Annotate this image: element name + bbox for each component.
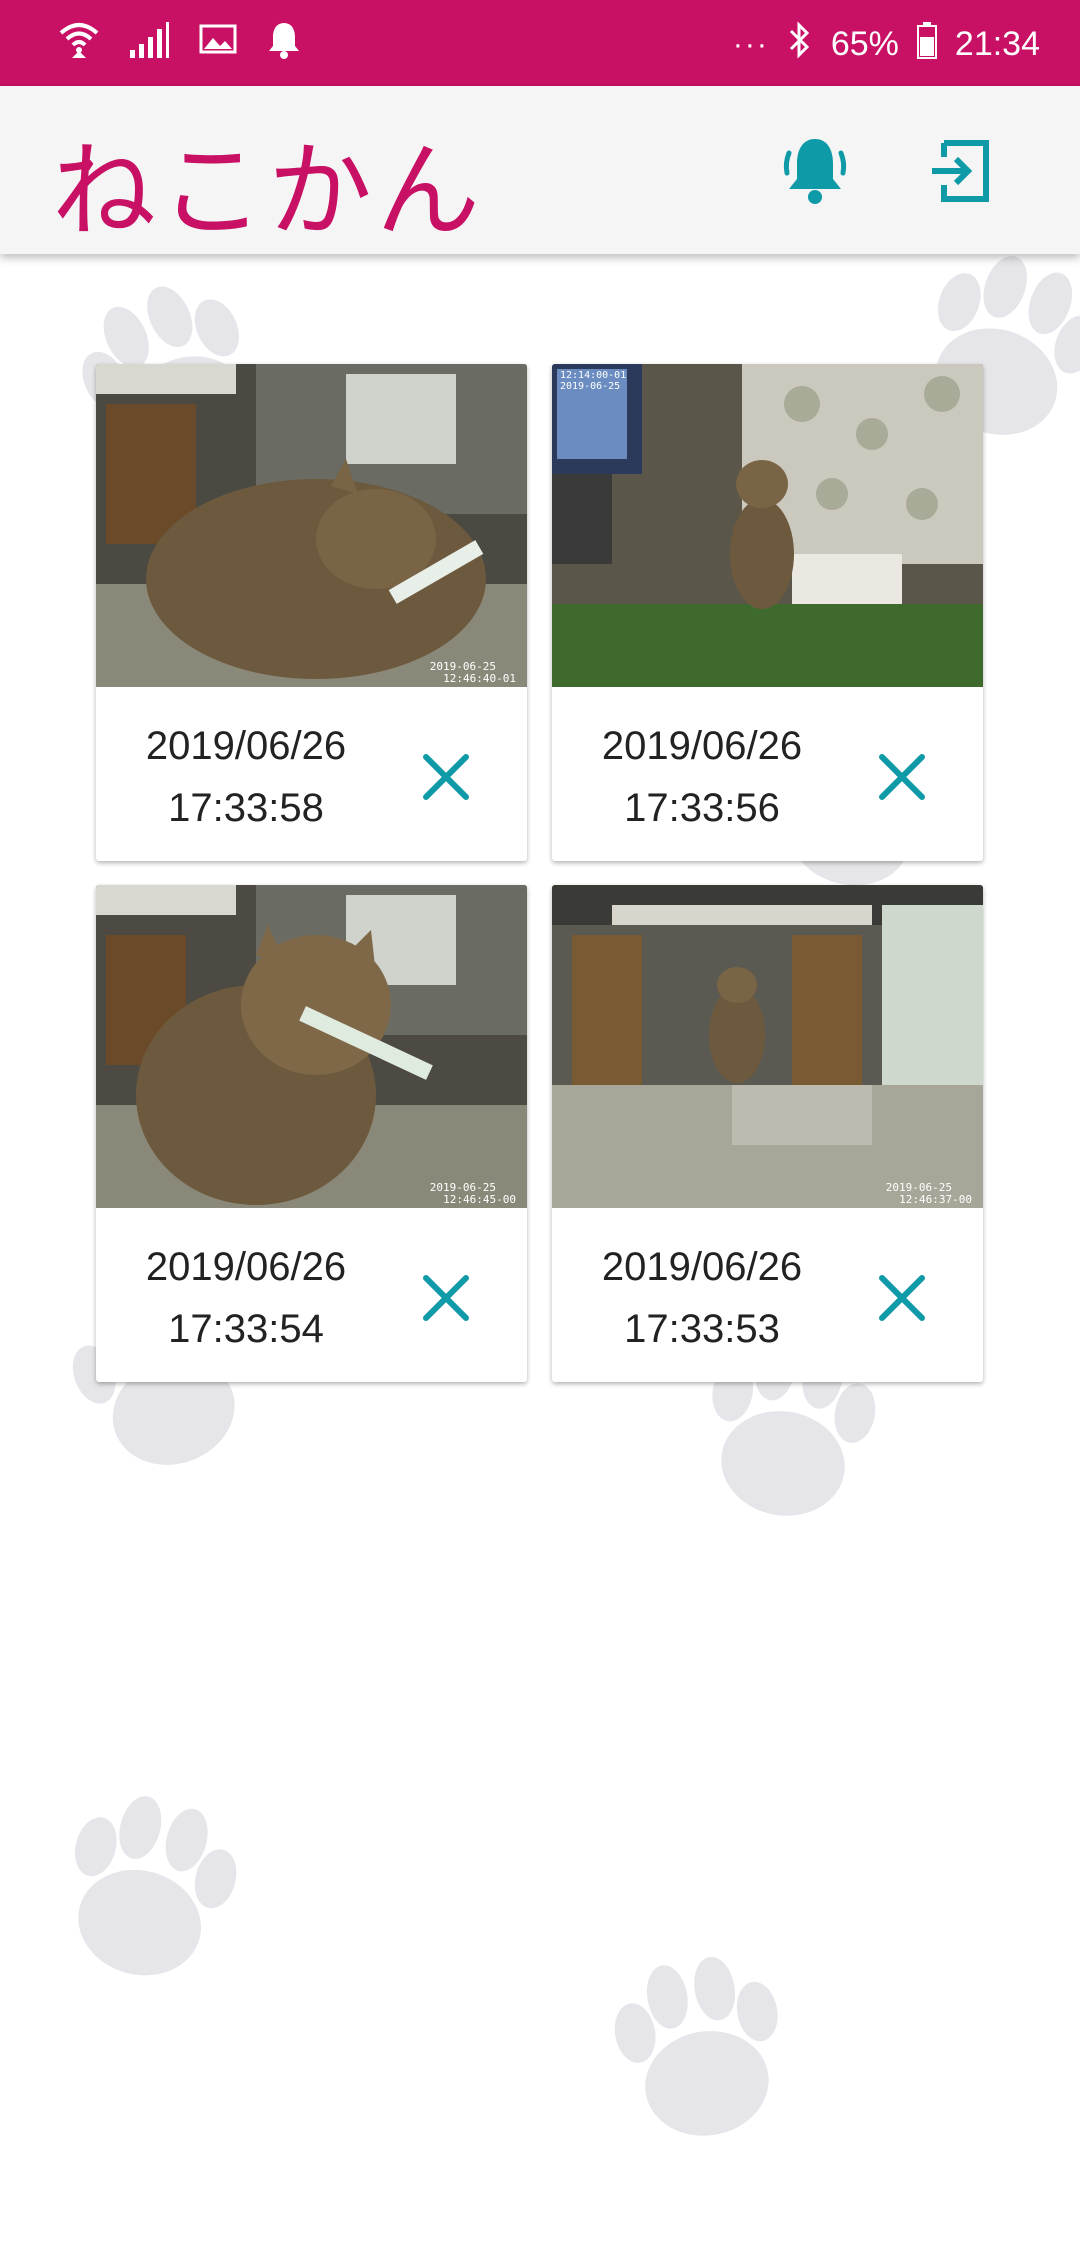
svg-text:2019-06-25: 2019-06-25 xyxy=(560,381,620,392)
photo-datetime: 2019/06/26 17:33:53 xyxy=(572,1236,832,1360)
cat-photo[interactable]: 2019-06-25 12:46:37-00 xyxy=(552,885,983,1208)
svg-text:12:14:00-01: 12:14:00-01 xyxy=(560,370,626,381)
svg-text:12:46:45-00: 12:46:45-00 xyxy=(443,1193,516,1206)
status-bar: ··· 65% 21:34 xyxy=(0,0,1080,86)
photo-date: 2019/06/26 xyxy=(145,1245,347,1289)
battery-icon xyxy=(916,21,937,68)
gallery-icon xyxy=(198,22,238,62)
notification-ringing-icon xyxy=(783,139,847,204)
clock: 21:34 xyxy=(954,25,1040,63)
photo-card[interactable]: 2019-06-25 12:46:40-01 2019/06/26 17:33:… xyxy=(96,364,527,861)
cat-photo[interactable]: 2019-06-25 12:46:45-00 xyxy=(96,885,527,1208)
photo-meta: 2019/06/26 17:33:58 xyxy=(96,687,527,861)
signal-icon xyxy=(128,20,170,64)
photo-card[interactable]: 2019-06-25 12:46:37-00 2019/06/26 17:33:… xyxy=(552,885,983,1382)
photo-time: 17:33:54 xyxy=(168,1307,324,1351)
photo-card[interactable]: 12:14:00-01 2019-06-25 2019/06/26 17:33:… xyxy=(552,364,983,861)
battery-percent: 65% xyxy=(830,25,899,63)
delete-button[interactable] xyxy=(872,1268,932,1328)
close-icon xyxy=(879,754,925,800)
notification-button[interactable] xyxy=(770,126,860,216)
delete-button[interactable] xyxy=(872,747,932,807)
photo-datetime: 2019/06/26 17:33:58 xyxy=(116,715,376,839)
photo-date: 2019/06/26 xyxy=(601,1245,803,1289)
photo-meta: 2019/06/26 17:33:54 xyxy=(96,1208,527,1382)
photo-time: 17:33:58 xyxy=(168,786,324,830)
delete-button[interactable] xyxy=(416,1268,476,1328)
photo-datetime: 2019/06/26 17:33:56 xyxy=(572,715,832,839)
close-icon xyxy=(423,1275,469,1321)
app-bar: ねこかん xyxy=(0,86,1080,254)
app-title: ねこかん xyxy=(52,130,485,252)
svg-text:12:46:40-01: 12:46:40-01 xyxy=(443,672,516,685)
photo-card[interactable]: 2019-06-25 12:46:45-00 2019/06/26 17:33:… xyxy=(96,885,527,1382)
cat-photo[interactable]: 2019-06-25 12:46:40-01 xyxy=(96,364,527,687)
photo-time: 17:33:56 xyxy=(624,786,780,830)
cat-photo[interactable]: 12:14:00-01 2019-06-25 xyxy=(552,364,983,687)
photo-date: 2019/06/26 xyxy=(601,724,803,768)
photo-meta: 2019/06/26 17:33:53 xyxy=(552,1208,983,1382)
notification-bell-icon xyxy=(266,20,302,64)
delete-button[interactable] xyxy=(416,747,476,807)
svg-text:12:46:37-00: 12:46:37-00 xyxy=(899,1193,972,1206)
logout-button[interactable] xyxy=(915,126,1005,216)
bluetooth-icon xyxy=(787,20,813,69)
close-icon xyxy=(879,1275,925,1321)
photo-date: 2019/06/26 xyxy=(145,724,347,768)
photo-datetime: 2019/06/26 17:33:54 xyxy=(116,1236,376,1360)
status-overflow: ··· xyxy=(732,27,769,61)
photo-time: 17:33:53 xyxy=(624,1307,780,1351)
photo-meta: 2019/06/26 17:33:56 xyxy=(552,687,983,861)
close-icon xyxy=(423,754,469,800)
wifi-icon xyxy=(58,18,100,66)
logout-icon xyxy=(932,140,989,202)
